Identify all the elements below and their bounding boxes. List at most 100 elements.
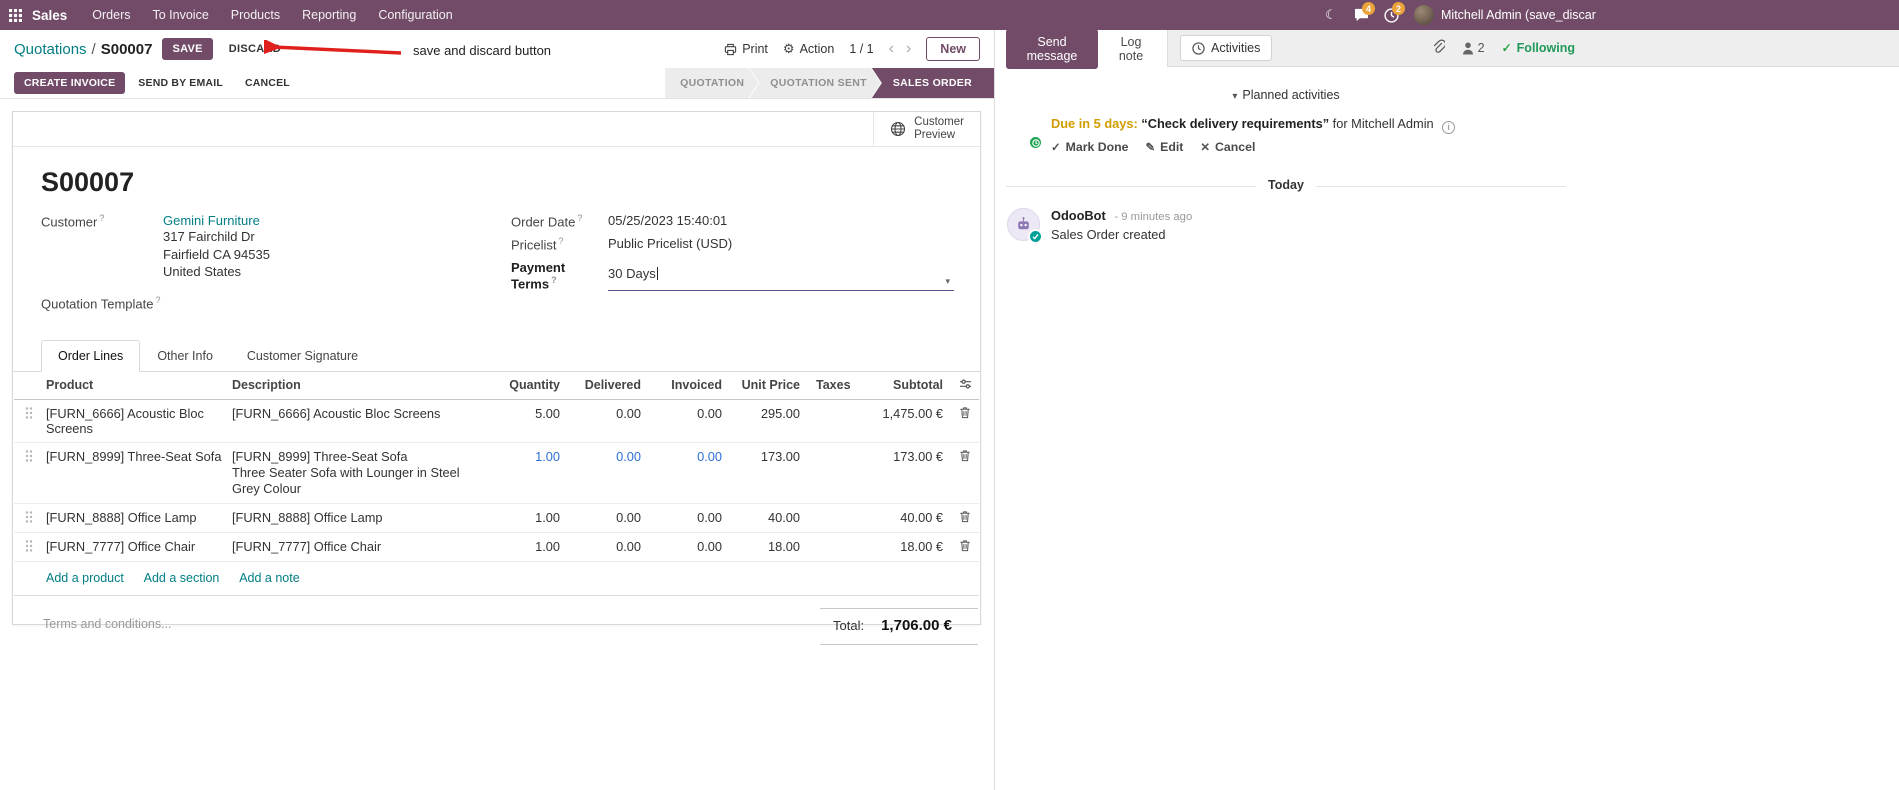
pager-previous-icon[interactable]: ‹ [889,41,894,57]
drag-handle-icon[interactable] [14,400,44,426]
cell-quantity: 1.00 [535,448,560,464]
following-button[interactable]: ✓ Following [1502,41,1575,55]
cell-invoiced: 0.00 [697,538,722,554]
activities-clock-icon[interactable]: 2 [1376,0,1406,30]
followers-count: 2 [1477,41,1485,55]
header-quantity[interactable]: Quantity [490,372,568,399]
attachment-paperclip-icon[interactable] [1431,39,1446,57]
user-menu[interactable]: Mitchell Admin (save_discar [1434,8,1899,22]
order-date-label: Order Date? [511,213,583,230]
cell-quantity: 5.00 [535,405,560,421]
quotation-template-field[interactable]: Quotation Template? [41,295,511,311]
customer-label: Customer? [41,213,105,230]
add-section-link[interactable]: Add a section [144,571,220,585]
delete-row-icon[interactable] [951,533,979,558]
cell-subtotal: 173.00 € [893,448,943,464]
table-row[interactable]: [FURN_7777] Office Chair [FURN_7777] Off… [14,533,979,562]
apps-grid-icon[interactable] [0,0,30,30]
header-invoiced[interactable]: Invoiced [649,372,730,399]
menu-products[interactable]: Products [220,0,291,30]
order-date-value[interactable]: 05/25/2023 15:40:01 [608,213,727,229]
customer-link[interactable]: Gemini Furniture [163,213,260,228]
pager-next-icon[interactable]: › [906,41,911,57]
followers-button[interactable]: 2 [1462,41,1485,55]
new-button[interactable]: New [926,37,980,61]
cell-taxes [808,443,851,455]
table-row[interactable]: [FURN_8999] Three-Seat Sofa [FURN_8999] … [14,443,979,504]
header-unit-price[interactable]: Unit Price [730,372,808,399]
add-note-link[interactable]: Add a note [239,571,299,585]
dropdown-caret-icon[interactable]: ▾ [945,276,950,287]
header-description[interactable]: Description [230,372,490,399]
cell-invoiced: 0.00 [697,405,722,421]
log-note-button[interactable]: Log note [1105,29,1157,69]
menu-reporting[interactable]: Reporting [291,0,367,30]
cell-invoiced: 0.00 [697,509,722,525]
today-divider: Today [1006,177,1566,192]
customer-preview-button[interactable]: Customer Preview [873,112,980,146]
user-avatar[interactable] [1414,5,1434,25]
menu-orders[interactable]: Orders [81,0,141,30]
chatter-content: ▾ Planned activities Due in 5 days: “Chec… [996,67,1576,244]
stage-sales-order[interactable]: SALES ORDER [871,68,994,98]
menu-to-invoice[interactable]: To Invoice [141,0,219,30]
payment-terms-input[interactable]: 30 Days ▾ [608,260,954,291]
cancel-button[interactable]: CANCEL [236,72,299,94]
cell-quantity: 1.00 [535,509,560,525]
delete-row-icon[interactable] [951,443,979,468]
info-icon[interactable]: i [1442,120,1456,134]
add-product-link[interactable]: Add a product [46,571,124,585]
send-by-email-button[interactable]: SEND BY EMAIL [129,72,232,94]
header-product[interactable]: Product [44,372,230,399]
create-invoice-button[interactable]: CREATE INVOICE [14,72,126,94]
chatter-icons: 2 ✓ Following [1431,30,1575,66]
header-subtotal[interactable]: Subtotal [851,372,951,399]
activities-button[interactable]: Activities [1180,35,1273,61]
cancel-activity-button[interactable]: ✕ Cancel [1200,140,1255,154]
pager[interactable]: 1 / 1 [849,42,873,56]
cell-description: [FURN_6666] Acoustic Bloc Screens [232,405,441,421]
chatter-topbar-right: Activities 2 ✓ Following [1167,30,1899,67]
action-button[interactable]: ⚙ Action [783,41,834,57]
drag-handle-icon[interactable] [14,504,44,530]
edit-activity-button[interactable]: ✎ Edit [1146,140,1184,154]
header-taxes[interactable]: Taxes [808,372,851,399]
table-header: Product Description Quantity Delivered I… [14,372,979,400]
payment-terms-field: Payment Terms? 30 Days ▾ [511,260,954,291]
cross-icon: ✕ [1200,141,1211,154]
tab-customer-signature[interactable]: Customer Signature [230,340,375,372]
customer-value: Gemini Furniture 317 Fairchild Dr Fairfi… [163,213,270,281]
tab-order-lines[interactable]: Order Lines [41,339,141,372]
planned-activities-header[interactable]: ▾ Planned activities [996,67,1576,114]
table-row[interactable]: [FURN_6666] Acoustic Bloc Screens [FURN_… [14,400,979,443]
dark-mode-moon-icon[interactable]: ☾ [1316,0,1346,30]
stage-quotation-sent[interactable]: QUOTATION SENT [749,68,881,98]
header-delivered[interactable]: Delivered [568,372,649,399]
cell-taxes [808,504,851,516]
control-panel-right: Print ⚙ Action 1 / 1 ‹ › New [724,37,980,61]
stage-quotation[interactable]: QUOTATION [665,68,758,98]
message-author[interactable]: OdooBot [1051,208,1106,223]
print-button[interactable]: Print [724,42,768,56]
mark-done-button[interactable]: ✓ Mark Done [1051,140,1129,154]
terms-placeholder[interactable]: Terms and conditions... [43,608,172,631]
drag-handle-icon[interactable] [14,443,44,469]
messages-icon[interactable]: 4 [1346,0,1376,30]
pricelist-value[interactable]: Public Pricelist (USD) [608,236,732,252]
drag-handle-icon[interactable] [14,533,44,559]
delete-row-icon[interactable] [951,504,979,529]
breadcrumb: Quotations / S00007 [14,41,152,58]
navbar-left: Sales Orders To Invoice Products Reporti… [0,0,464,30]
send-message-button[interactable]: Send message [1006,28,1098,69]
app-name[interactable]: Sales [32,8,67,23]
save-button[interactable]: SAVE [162,38,213,60]
optional-columns-icon[interactable] [951,372,979,396]
table-row[interactable]: [FURN_8888] Office Lamp [FURN_8888] Offi… [14,504,979,533]
cell-taxes [808,533,851,545]
delete-row-icon[interactable] [951,400,979,425]
discard-button[interactable]: DISCARD [223,38,287,60]
menu-configuration[interactable]: Configuration [367,0,463,30]
tab-other-info[interactable]: Other Info [140,340,230,372]
order-date-field: Order Date? 05/25/2023 15:40:01 [511,213,954,229]
breadcrumb-quotations-link[interactable]: Quotations [14,41,87,58]
